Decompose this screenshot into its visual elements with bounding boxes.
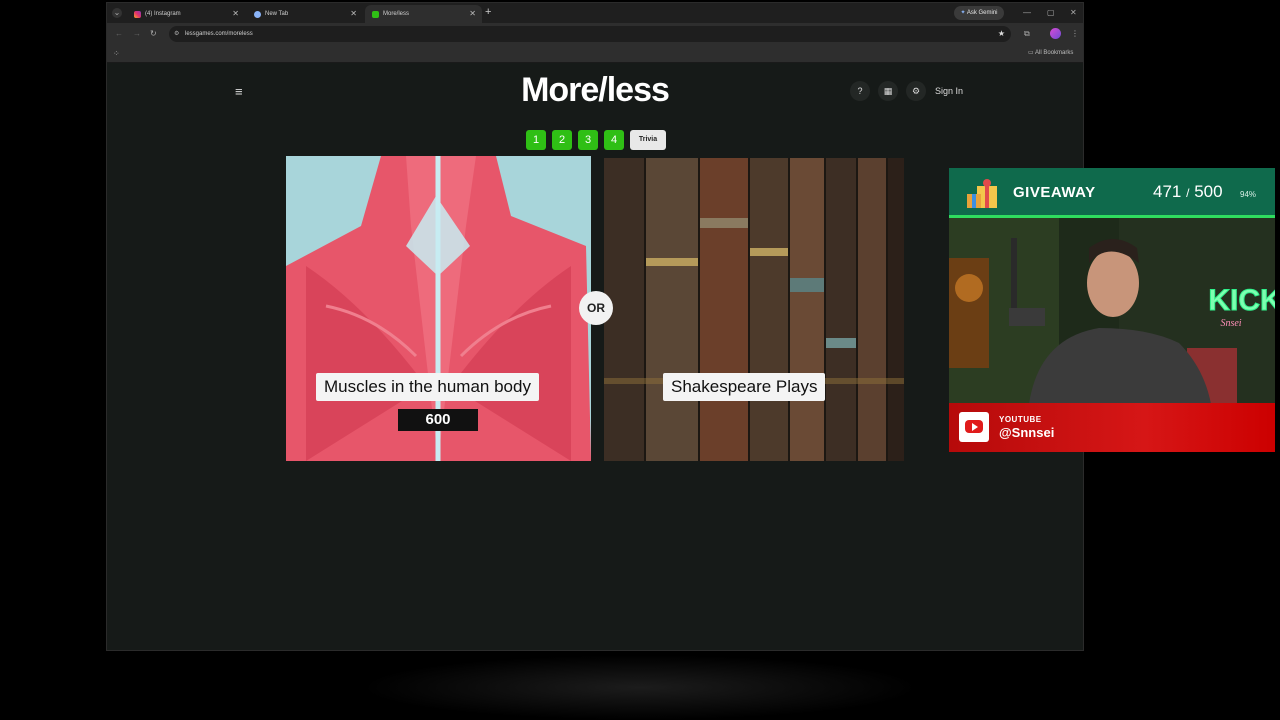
level-1-button[interactable]: 1 <box>526 130 546 150</box>
giveaway-label: GIVEAWAY <box>1013 184 1096 201</box>
calendar-icon[interactable]: ▦ <box>878 81 898 101</box>
address-bar[interactable]: ⚙ lessgames.com/moreless ★ <box>169 26 1011 42</box>
youtube-handle: @Snnsei <box>999 425 1055 440</box>
books-image <box>604 158 904 461</box>
giveaway-current: 471 <box>1153 182 1182 201</box>
tab-moreless[interactable]: More/less ✕ <box>365 5 482 23</box>
tab-search-icon[interactable]: ⌄ <box>112 8 122 18</box>
trivia-button[interactable]: Trivia <box>630 130 666 150</box>
right-choice-card[interactable]: Shakespeare Plays <box>604 158 904 461</box>
toolbar: ← → ↻ ⚙ lessgames.com/moreless ★ ⧉ ⋮ <box>107 23 1083 45</box>
right-card-title: Shakespeare Plays <box>663 373 826 401</box>
chrome-icon <box>254 10 261 18</box>
tab-instagram[interactable]: (4) Instagram ✕ <box>127 5 245 23</box>
webcam-feed: KICK Snsei <box>949 218 1275 404</box>
left-choice-card[interactable]: Muscles in the human body 600 <box>286 156 591 461</box>
neon-sub-text: Snsei <box>1220 318 1241 329</box>
maximize-icon[interactable]: ▢ <box>1047 8 1055 18</box>
reload-icon[interactable]: ↻ <box>150 29 157 39</box>
giveaway-banner: GIVEAWAY 471 / 500 94% <box>949 168 1275 218</box>
profile-avatar[interactable] <box>1050 28 1061 39</box>
tab-label: New Tab <box>265 11 289 17</box>
giveaway-goal: 500 <box>1194 182 1223 201</box>
youtube-icon <box>959 412 989 442</box>
level-3-button[interactable]: 3 <box>578 130 598 150</box>
youtube-label: YOUTUBE <box>999 415 1042 424</box>
neon-sign-text: KICK <box>1208 284 1275 317</box>
left-card-title: Muscles in the human body <box>316 373 539 401</box>
tab-strip: ⌄ (4) Instagram ✕ New Tab ✕ More/less ✕ … <box>107 3 1083 23</box>
menu-dots-icon[interactable]: ⋮ <box>1071 29 1079 39</box>
star-icon[interactable]: ★ <box>998 26 1005 42</box>
help-button[interactable]: ? <box>850 81 870 101</box>
or-badge: OR <box>579 291 613 325</box>
moreless-icon <box>372 10 379 18</box>
bookmarks-bar: ⁘ ▭ All Bookmarks <box>107 45 1083 63</box>
giveaway-count: 471 / 500 <box>1153 182 1223 202</box>
sign-in-link[interactable]: Sign In <box>935 86 963 96</box>
site-info-icon[interactable]: ⚙ <box>174 26 179 42</box>
tab-new-tab[interactable]: New Tab ✕ <box>247 5 363 23</box>
tab-label: More/less <box>383 11 410 17</box>
browser-window: ⌄ (4) Instagram ✕ New Tab ✕ More/less ✕ … <box>106 2 1084 651</box>
close-icon[interactable]: ✕ <box>469 9 476 18</box>
new-tab-button[interactable]: + <box>485 6 491 18</box>
level-2-button[interactable]: 2 <box>552 130 572 150</box>
background-desk <box>360 655 920 720</box>
instagram-icon <box>134 10 141 18</box>
folder-icon: ▭ <box>1028 50 1034 56</box>
ask-gemini-button[interactable]: ✦ Ask Gemini <box>954 6 1004 20</box>
tab-label: (4) Instagram <box>145 11 181 17</box>
level-4-button[interactable]: 4 <box>604 130 624 150</box>
all-bookmarks-label: All Bookmarks <box>1035 50 1074 56</box>
extensions-icon[interactable]: ⧉ <box>1024 29 1030 39</box>
window-close-icon[interactable]: ✕ <box>1070 8 1077 18</box>
page-content: ≡ More/less ? ▦ ⚙ Sign In 1 2 3 4 Trivia… <box>107 63 1083 650</box>
forward-icon[interactable]: → <box>133 29 141 39</box>
gemini-icon: ✦ <box>960 10 966 16</box>
giveaway-separator: / <box>1186 186 1190 200</box>
apps-icon[interactable]: ⁘ <box>113 49 120 59</box>
giveaway-percent: 94% <box>1240 190 1257 199</box>
settings-gear-icon[interactable]: ⚙ <box>906 81 926 101</box>
back-icon[interactable]: ← <box>115 29 123 39</box>
youtube-banner: YOUTUBE @Snnsei <box>949 403 1275 452</box>
ask-gemini-label: Ask Gemini <box>966 10 998 16</box>
close-icon[interactable]: ✕ <box>232 9 239 18</box>
left-card-value: 600 <box>398 409 478 431</box>
streamer-image: KICK Snsei <box>949 218 1275 404</box>
gift-icon <box>965 176 999 210</box>
all-bookmarks-button[interactable]: ▭ All Bookmarks <box>1028 49 1073 56</box>
url-text: lessgames.com/moreless <box>185 31 253 37</box>
minimize-icon[interactable]: — <box>1023 8 1031 18</box>
close-icon[interactable]: ✕ <box>350 9 357 18</box>
